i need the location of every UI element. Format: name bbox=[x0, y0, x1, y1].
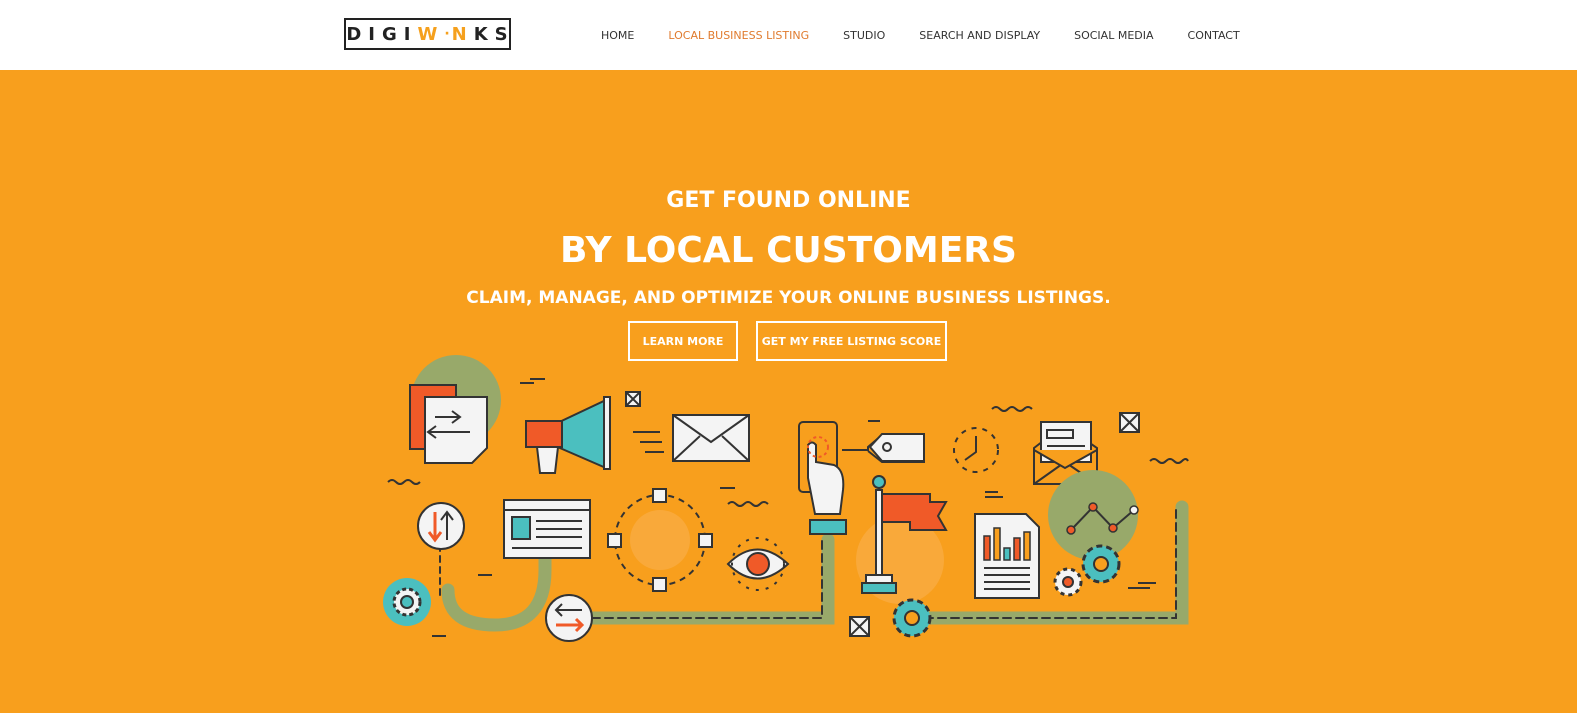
clock-icon bbox=[953, 427, 999, 473]
megaphone-icon bbox=[525, 396, 611, 474]
envelope-icon bbox=[633, 414, 750, 462]
main-nav: HOME LOCAL BUSINESS LISTING STUDIO SEARC… bbox=[590, 0, 1274, 70]
site-header: DIGI W · N KS HOME LOCAL BUSINESS LISTING ST… bbox=[0, 0, 1577, 70]
site-logo[interactable]: DIGI W · N KS bbox=[344, 18, 511, 50]
updown-arrows-icon bbox=[417, 502, 465, 550]
gear-icon bbox=[383, 578, 431, 626]
bar-chart-report-icon bbox=[974, 513, 1040, 599]
nav-item-local-business-listing[interactable]: LOCAL BUSINESS LISTING bbox=[668, 29, 809, 42]
document-transfer-icon bbox=[409, 355, 501, 464]
nav-item-search-and-display[interactable]: SEARCH AND DISPLAY bbox=[919, 29, 1040, 42]
gear-icon bbox=[892, 598, 932, 638]
eye-icon bbox=[726, 537, 790, 591]
network-circle-icon bbox=[607, 488, 713, 592]
logo-accent: W bbox=[417, 23, 445, 45]
flag-icon bbox=[856, 475, 948, 604]
hero-section: GET FOUND ONLINE BY LOCAL CUSTOMERS CLAI… bbox=[0, 70, 1577, 713]
nav-item-studio[interactable]: STUDIO bbox=[843, 29, 885, 42]
smartphone-tap-icon bbox=[798, 421, 847, 535]
price-tag-icon bbox=[842, 433, 925, 463]
logo-text-1: DIGI bbox=[346, 23, 418, 45]
nav-item-home[interactable]: HOME bbox=[601, 29, 634, 42]
logo-dot: · bbox=[444, 26, 452, 42]
marketing-illustration bbox=[383, 355, 1189, 642]
swap-arrows-icon bbox=[545, 594, 593, 642]
logo-accent-2: N bbox=[451, 23, 474, 45]
nav-item-contact[interactable]: CONTACT bbox=[1188, 29, 1240, 42]
nav-item-social-media[interactable]: SOCIAL MEDIA bbox=[1074, 29, 1153, 42]
logo-text-2: KS bbox=[473, 23, 515, 45]
gear-icon bbox=[1053, 544, 1121, 597]
line-graph-icon bbox=[1048, 470, 1139, 560]
browser-window-icon bbox=[503, 499, 591, 559]
